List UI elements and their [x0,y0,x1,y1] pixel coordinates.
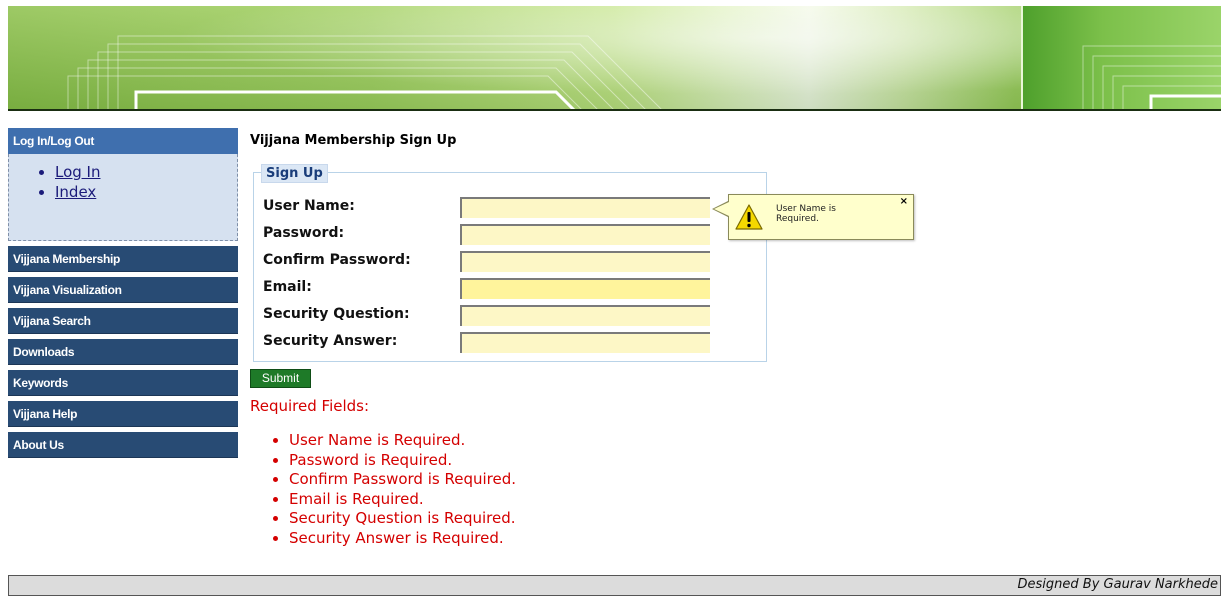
nav-item-vijjana-help[interactable]: Vijjana Help [8,401,238,427]
tooltip-arrow-fill [714,202,729,216]
list-item: Email is Required. [289,490,516,510]
list-item: Password is Required. [289,451,516,471]
list-item: Log In [55,162,237,182]
nav-item-keywords[interactable]: Keywords [8,370,238,396]
password-label: Password: [263,225,345,241]
username-field[interactable] [460,197,710,218]
submit-button[interactable]: Submit [250,369,311,388]
password-field[interactable] [460,224,710,245]
nav-item-about-us[interactable]: About Us [8,432,238,458]
login-links-box: Log In Index [8,154,238,241]
login-links-list: Log In Index [9,162,237,202]
list-item: Index [55,182,237,202]
security-answer-field[interactable] [460,332,710,353]
footer: Designed By Gaurav Narkhede [8,575,1221,596]
login-link[interactable]: Log In [55,163,101,181]
sidebar: Log In/Log Out Log In Index Vijjana Memb… [8,128,238,458]
username-label: User Name: [263,198,355,214]
confirm-password-field[interactable] [460,251,710,272]
list-item: Confirm Password is Required. [289,470,516,490]
signup-legend: Sign Up [261,164,328,183]
email-field[interactable] [460,278,710,299]
close-icon[interactable]: × [900,196,908,207]
tooltip-message: User Name is Required. [776,204,836,224]
errors-heading: Required Fields: [250,397,370,415]
footer-credit: Designed By Gaurav Narkhede [1017,577,1218,592]
nav-item-vijjana-search[interactable]: Vijjana Search [8,308,238,334]
banner-right-panel [1021,6,1221,111]
login-logout-header: Log In/Log Out [8,128,238,154]
list-item: Security Answer is Required. [289,529,516,549]
validation-tooltip: User Name is Required. × [728,194,914,240]
nav-item-vijjana-visualization[interactable]: Vijjana Visualization [8,277,238,303]
banner-bottom-line [8,109,1221,111]
index-link[interactable]: Index [55,183,96,201]
list-item: Security Question is Required. [289,509,516,529]
confirm-password-label: Confirm Password: [263,252,411,268]
nav-item-vijjana-membership[interactable]: Vijjana Membership [8,246,238,272]
banner-right-decoration [1082,45,1221,111]
email-label: Email: [263,279,312,295]
security-answer-label: Security Answer: [263,333,398,349]
page-title: Vijjana Membership Sign Up [250,133,457,148]
list-item: User Name is Required. [289,431,516,451]
security-question-field[interactable] [460,305,710,326]
nav-item-downloads[interactable]: Downloads [8,339,238,365]
warning-icon [735,204,763,230]
banner-decoration [67,35,664,111]
security-question-label: Security Question: [263,306,410,322]
errors-list: User Name is Required. Password is Requi… [274,431,516,549]
header-banner [8,6,1221,111]
